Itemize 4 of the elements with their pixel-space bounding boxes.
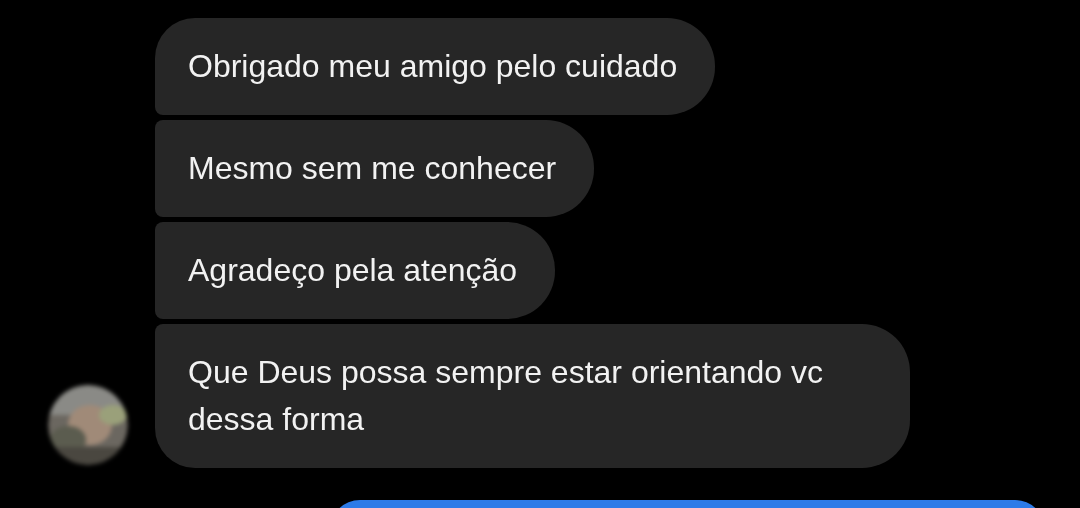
message-bubble[interactable]: Mesmo sem me conhecer bbox=[155, 120, 595, 217]
message-bubble[interactable]: Que Deus possa sempre estar orientando vc dessa forma bbox=[155, 324, 910, 468]
message-bubble[interactable]: Agradeço pela atenção bbox=[155, 222, 556, 319]
message-bubble[interactable]: Obrigado meu amigo pelo cuidado bbox=[155, 18, 716, 115]
